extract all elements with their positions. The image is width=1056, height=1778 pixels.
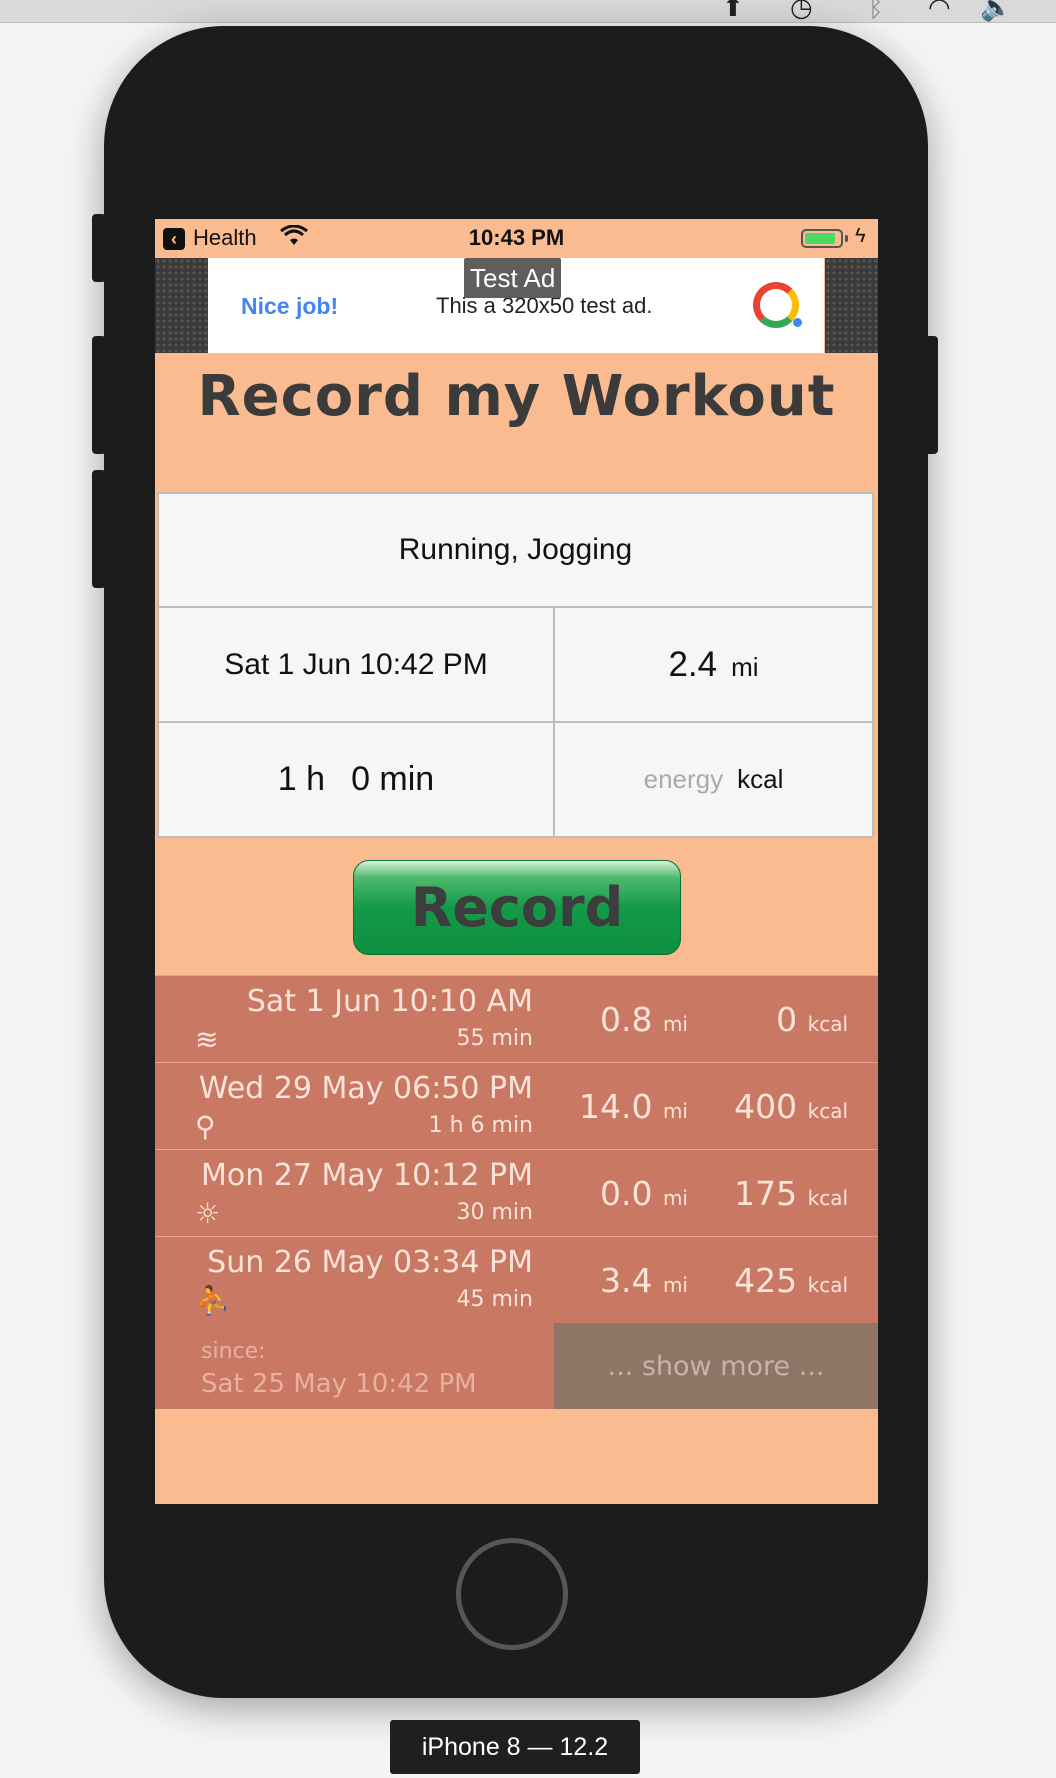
history-duration: 30 min bbox=[456, 1200, 533, 1225]
time-machine-icon[interactable]: ◷ bbox=[790, 0, 813, 20]
history-distance-unit: mi bbox=[662, 1186, 688, 1210]
history-duration: 55 min bbox=[456, 1026, 533, 1051]
history-date: Wed 29 May 06:50 PM bbox=[198, 1071, 533, 1106]
history-row[interactable]: Sat 1 Jun 10:10 AM ≋ 55 min 0.8 mi 0 kcal bbox=[155, 975, 878, 1062]
distance-unit: mi bbox=[731, 652, 759, 682]
history-energy-unit: kcal bbox=[807, 1099, 848, 1123]
energy-input[interactable]: energy bbox=[644, 764, 724, 795]
wifi-icon[interactable]: ◠ bbox=[928, 0, 951, 20]
history-duration: 1 h 6 min bbox=[428, 1113, 533, 1138]
admob-logo-dot bbox=[793, 318, 802, 327]
swimming-icon: ≋ bbox=[195, 1023, 219, 1056]
test-ad-label: Test Ad bbox=[464, 258, 562, 298]
history-distance: 0.8 mi bbox=[600, 1000, 688, 1039]
page-title: Record my Workout bbox=[197, 364, 836, 429]
history-row[interactable]: Wed 29 May 06:50 PM ⚲ 1 h 6 min 14.0 mi 400 … bbox=[155, 1062, 878, 1149]
history-energy: 400 kcal bbox=[734, 1087, 848, 1126]
history-energy: 0 kcal bbox=[776, 1000, 848, 1039]
history-row[interactable]: Sun 26 May 03:34 PM ⛹ 45 min 3.4 mi 425 kcal bbox=[155, 1236, 878, 1323]
upload-icon[interactable]: ⬆ bbox=[722, 0, 744, 20]
battery-tip bbox=[845, 235, 848, 242]
power-button bbox=[924, 336, 938, 454]
history-energy-value: 400 bbox=[734, 1087, 798, 1126]
history-distance-unit: mi bbox=[662, 1099, 688, 1123]
sun-icon: ☼ bbox=[195, 1197, 221, 1230]
battery-level bbox=[805, 233, 836, 244]
history-date: Mon 27 May 10:12 PM bbox=[200, 1158, 533, 1193]
volume-icon[interactable]: 🔈 bbox=[980, 0, 1012, 20]
energy-unit: kcal bbox=[737, 764, 784, 794]
since-label: since: bbox=[201, 1339, 266, 1364]
history-energy-value: 425 bbox=[734, 1261, 798, 1300]
history-date: Sat 1 Jun 10:10 AM bbox=[246, 984, 533, 1019]
cycling-icon: ⚲ bbox=[195, 1110, 216, 1143]
history-distance-value: 0.8 bbox=[599, 1000, 653, 1039]
distance-field[interactable]: 2.4 mi bbox=[555, 608, 872, 721]
datetime-field[interactable]: Sat 1 Jun 10:42 PM bbox=[159, 608, 553, 721]
since-date: Sat 25 May 10:42 PM bbox=[201, 1369, 477, 1399]
home-button[interactable] bbox=[456, 1538, 568, 1650]
ad-left-pattern bbox=[155, 258, 208, 353]
history-energy: 175 kcal bbox=[734, 1174, 848, 1213]
activity-field[interactable]: Running, Jogging bbox=[159, 494, 872, 606]
activity-value: Running, Jogging bbox=[398, 533, 633, 566]
history-distance-value: 3.4 bbox=[599, 1261, 653, 1300]
duration-field[interactable]: 1 h 0 min bbox=[159, 723, 553, 836]
history-distance-unit: mi bbox=[662, 1273, 688, 1297]
energy-field[interactable]: energy kcal bbox=[555, 723, 872, 836]
status-time: 10:43 PM bbox=[468, 225, 565, 250]
history-distance-value: 0.0 bbox=[599, 1174, 653, 1213]
history-energy: 425 kcal bbox=[734, 1261, 848, 1300]
charging-bolt-icon: ϟ bbox=[855, 225, 866, 247]
workout-form: Running, Jogging Sat 1 Jun 10:42 PM 2.4 … bbox=[157, 492, 874, 838]
record-button[interactable]: Record bbox=[353, 860, 681, 955]
distance-input[interactable]: 2.4 bbox=[668, 645, 717, 685]
history-duration: 45 min bbox=[456, 1287, 533, 1312]
history-distance-value: 14.0 bbox=[578, 1087, 653, 1126]
mac-menu-bar: ⬆ ◷ ᛒ ◠ 🔈 bbox=[0, 0, 1056, 23]
ad-headline[interactable]: Nice job! bbox=[241, 293, 338, 320]
duration-hours[interactable]: 1 h bbox=[278, 760, 325, 799]
battery-icon bbox=[801, 229, 843, 248]
running-icon: ⛹ bbox=[195, 1284, 230, 1317]
since-info: since: Sat 25 May 10:42 PM bbox=[155, 1323, 554, 1409]
duration-minutes[interactable]: 0 min bbox=[351, 760, 434, 799]
datetime-value: Sat 1 Jun 10:42 PM bbox=[224, 647, 488, 681]
history-distance: 14.0 mi bbox=[579, 1087, 688, 1126]
ad-right-pattern bbox=[825, 258, 878, 353]
history-distance-unit: mi bbox=[662, 1012, 688, 1036]
app-screen: ‹ Health 10:43 PM ϟ Nice job! This a 320… bbox=[155, 219, 878, 1504]
mute-switch bbox=[92, 214, 106, 282]
simulator-device-label: iPhone 8 — 12.2 bbox=[390, 1720, 640, 1774]
history-energy-value: 0 bbox=[776, 1000, 798, 1039]
volume-up-button bbox=[92, 336, 106, 454]
history-energy-value: 175 bbox=[734, 1174, 798, 1213]
bluetooth-icon[interactable]: ᛒ bbox=[868, 0, 884, 20]
show-more-button[interactable]: ... show more ... bbox=[554, 1323, 878, 1409]
history-energy-unit: kcal bbox=[807, 1273, 848, 1297]
volume-down-button bbox=[92, 470, 106, 588]
history-energy-unit: kcal bbox=[807, 1186, 848, 1210]
history-row[interactable]: Mon 27 May 10:12 PM ☼ 30 min 0.0 mi 175 kcal bbox=[155, 1149, 878, 1236]
status-bar: ‹ Health 10:43 PM ϟ bbox=[155, 219, 878, 258]
history-energy-unit: kcal bbox=[807, 1012, 848, 1036]
history-distance: 0.0 mi bbox=[600, 1174, 688, 1213]
history-distance: 3.4 mi bbox=[600, 1261, 688, 1300]
history-date: Sun 26 May 03:34 PM bbox=[207, 1245, 533, 1280]
